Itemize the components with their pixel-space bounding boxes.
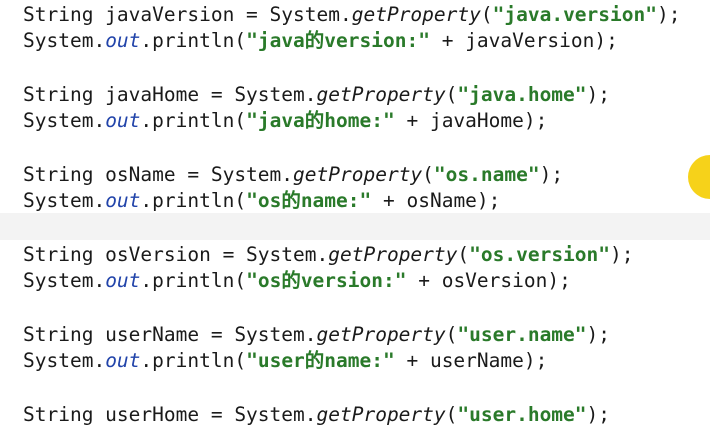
code-line[interactable]: System.out.println("os的name:" + osName); [23, 188, 500, 214]
code-line[interactable]: System.out.println("java的version:" + jav… [23, 28, 618, 54]
code-line[interactable]: String userHome = System.getProperty("us… [23, 402, 610, 428]
code-area[interactable]: String javaVersion = System.getProperty(… [23, 0, 680, 426]
code-line[interactable]: System.out.println("os的version:" + osVer… [23, 268, 571, 294]
code-editor[interactable]: String javaVersion = System.getProperty(… [0, 0, 710, 429]
code-line[interactable]: String javaHome = System.getProperty("ja… [23, 82, 610, 108]
code-line[interactable]: System.out.println("user的name:" + userNa… [23, 348, 547, 374]
current-line-highlight [0, 213, 710, 240]
scroll-marker[interactable] [688, 155, 710, 199]
code-line[interactable]: String javaVersion = System.getProperty(… [23, 2, 680, 28]
code-line[interactable]: System.out.println("java的home:" + javaHo… [23, 108, 547, 134]
code-line[interactable]: String osName = System.getProperty("os.n… [23, 162, 563, 188]
code-line[interactable]: String osVersion = System.getProperty("o… [23, 242, 634, 268]
code-line[interactable]: String userName = System.getProperty("us… [23, 322, 610, 348]
